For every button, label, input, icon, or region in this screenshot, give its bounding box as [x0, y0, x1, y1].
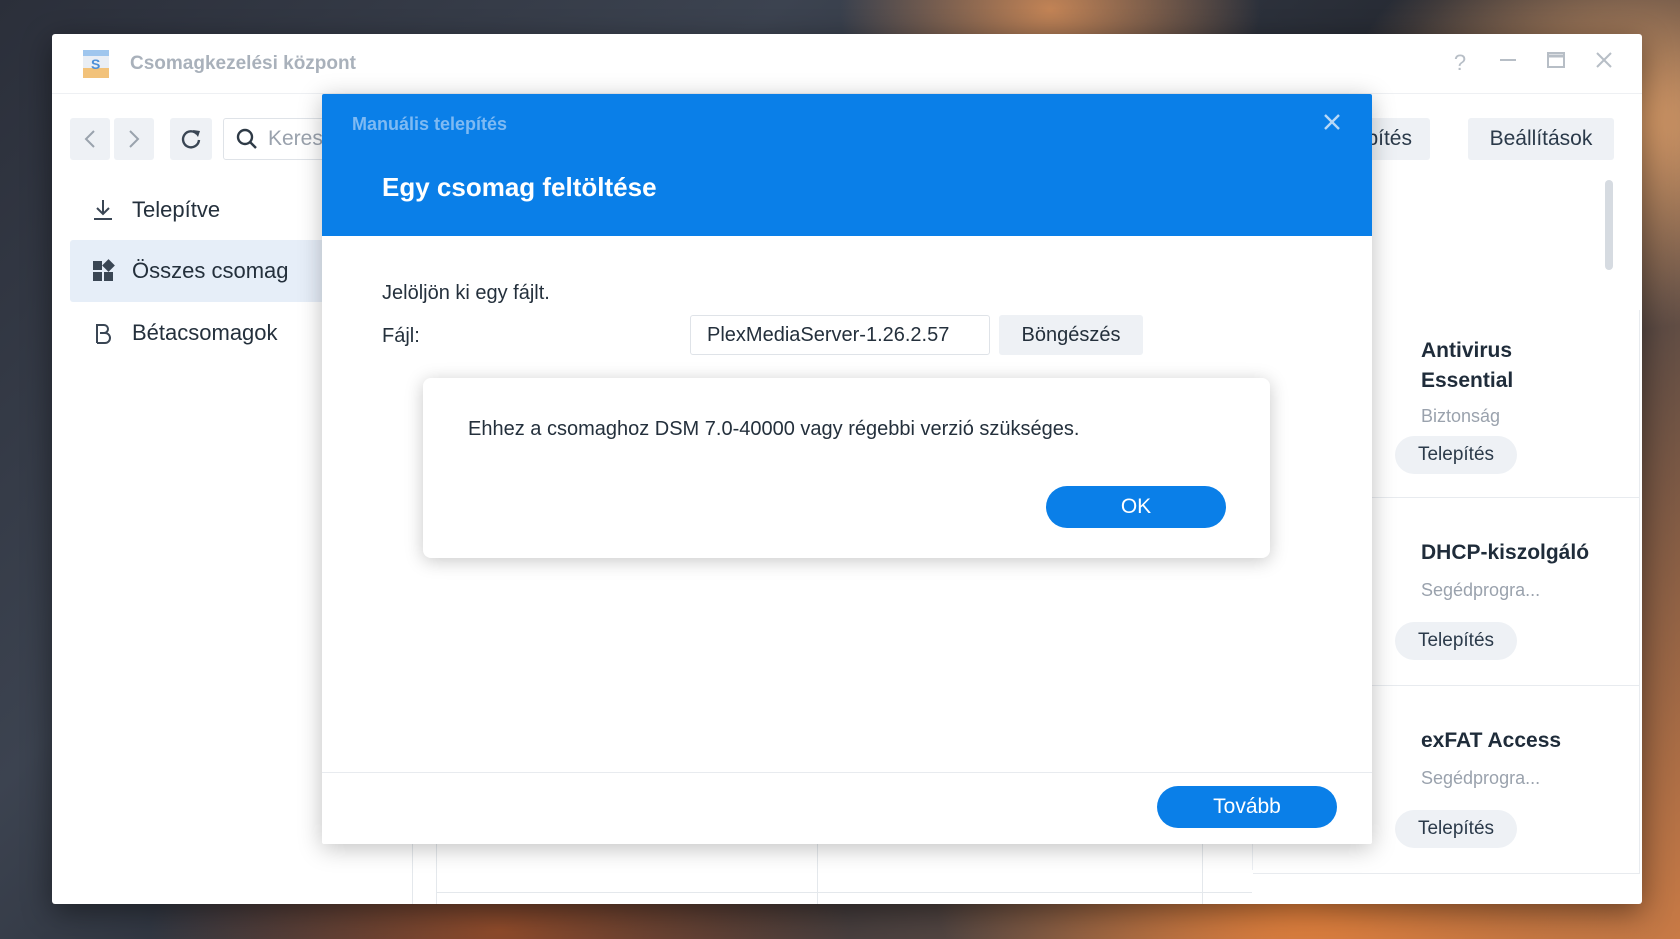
alert-dialog: Ehhez a csomaghoz DSM 7.0-40000 vagy rég… — [423, 378, 1270, 558]
refresh-icon — [181, 130, 201, 149]
title-bar: S Csomagkezelési központ ? — [52, 34, 1642, 94]
file-label: Fájl: — [382, 325, 420, 347]
chevron-left-icon — [84, 130, 95, 148]
ok-button[interactable]: OK — [1046, 486, 1226, 528]
package-name: exFAT Access — [1421, 729, 1562, 752]
next-button[interactable]: Tovább — [1157, 786, 1337, 828]
download-icon — [90, 197, 116, 223]
sidebar-item-label: Összes csomag — [132, 258, 289, 283]
package-category: Segédprogra... — [1421, 768, 1541, 788]
sidebar-item-beta[interactable]: Bétacsomagok — [70, 302, 330, 364]
beta-icon — [90, 320, 116, 346]
file-field[interactable]: PlexMediaServer-1.26.2.57 — [690, 315, 990, 355]
minimize-icon[interactable] — [1495, 50, 1521, 76]
package-category: Biztonság — [1421, 406, 1501, 426]
settings-button[interactable]: Beállítások — [1468, 118, 1614, 160]
sidebar-item-label: Telepítve — [132, 197, 221, 222]
install-button[interactable]: Telepítés — [1395, 436, 1517, 474]
sidebar-item-label: Bétacsomagok — [132, 320, 278, 345]
refresh-button[interactable] — [170, 118, 212, 160]
search-icon — [236, 128, 257, 149]
sidebar-item-all-packages[interactable]: Összes csomag — [70, 240, 330, 302]
dialog-prompt: Jelöljön ki egy fájlt. — [382, 282, 550, 304]
close-icon[interactable] — [1591, 50, 1617, 76]
install-button[interactable]: Telepítés — [1395, 622, 1517, 660]
help-icon[interactable]: ? — [1447, 50, 1473, 76]
grid-icon — [90, 258, 116, 284]
package-center-app-icon: S — [83, 50, 109, 78]
dialog-footer-divider — [322, 772, 1372, 773]
chevron-right-icon — [129, 130, 140, 148]
close-icon[interactable] — [1322, 108, 1342, 139]
dialog-header: Manuális telepítés Egy csomag feltöltése — [322, 94, 1372, 236]
install-button[interactable]: Telepítés — [1395, 810, 1517, 848]
svg-text:S: S — [91, 56, 100, 72]
dialog-title: Egy csomag feltöltése — [382, 172, 657, 202]
package-category: Segédprogra... — [1421, 580, 1541, 600]
search-placeholder: Keres — [268, 127, 323, 150]
scrollbar[interactable] — [1605, 180, 1613, 270]
alert-message: Ehhez a csomaghoz DSM 7.0-40000 vagy rég… — [468, 418, 1080, 440]
package-name: DHCP-kiszolgáló — [1421, 541, 1590, 564]
window-title: Csomagkezelési központ — [130, 53, 356, 74]
browse-button[interactable]: Böngészés — [999, 315, 1143, 355]
maximize-icon[interactable] — [1543, 50, 1569, 76]
package-name: Antivirus Essential — [1421, 339, 1514, 392]
forward-button[interactable] — [114, 118, 154, 160]
dialog-subtitle: Manuális telepítés — [352, 114, 508, 134]
back-button[interactable] — [70, 118, 110, 160]
sidebar-item-installed[interactable]: Telepítve — [70, 179, 330, 241]
